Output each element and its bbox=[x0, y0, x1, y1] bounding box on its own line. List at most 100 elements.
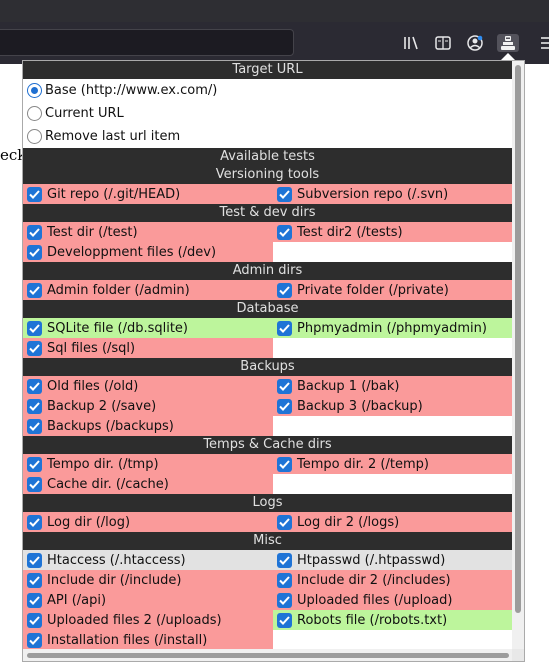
radio-unselected-icon[interactable] bbox=[27, 106, 42, 121]
test-item[interactable]: Private folder (/private) bbox=[273, 280, 512, 300]
checkbox-checked-icon[interactable] bbox=[27, 378, 42, 394]
target-url-header: Target URL bbox=[23, 61, 512, 79]
checkbox-checked-icon[interactable] bbox=[27, 456, 42, 472]
checkbox-checked-icon[interactable] bbox=[277, 592, 292, 608]
test-item[interactable]: Admin folder (/admin) bbox=[23, 280, 273, 300]
target-url-option[interactable]: Remove last url item bbox=[23, 125, 512, 148]
test-item[interactable]: Include dir (/include) bbox=[23, 570, 273, 590]
test-item[interactable]: Developpment files (/dev) bbox=[23, 242, 273, 262]
test-item[interactable]: Sql files (/sql) bbox=[23, 338, 273, 358]
checkbox-checked-icon[interactable] bbox=[27, 320, 42, 336]
test-item[interactable]: Installation files (/install) bbox=[23, 630, 273, 650]
checkbox-checked-icon[interactable] bbox=[27, 340, 42, 356]
test-item[interactable]: Backup 1 (/bak) bbox=[273, 376, 512, 396]
test-item-label: Developpment files (/dev) bbox=[47, 244, 217, 260]
test-item[interactable]: Tempo dir. 2 (/temp) bbox=[273, 454, 512, 474]
checkbox-checked-icon[interactable] bbox=[27, 398, 42, 414]
checkbox-checked-icon[interactable] bbox=[27, 244, 42, 260]
test-item[interactable]: Backup 3 (/backup) bbox=[273, 396, 512, 416]
checkbox-checked-icon[interactable] bbox=[277, 552, 292, 568]
library-icon[interactable] bbox=[401, 34, 421, 52]
test-item-label: Log dir 2 (/logs) bbox=[297, 514, 400, 530]
test-item[interactable]: Old files (/old) bbox=[23, 376, 273, 396]
checkbox-checked-icon[interactable] bbox=[27, 514, 42, 530]
checkbox-checked-icon[interactable] bbox=[27, 612, 42, 628]
scrollbar-corner bbox=[512, 649, 524, 661]
test-item-label: Backup 2 (/save) bbox=[47, 398, 157, 414]
checkbox-checked-icon[interactable] bbox=[277, 398, 292, 414]
test-item[interactable]: Include dir 2 (/includes) bbox=[273, 570, 512, 590]
empty-cell bbox=[273, 338, 512, 358]
test-grid: Admin folder (/admin) Private folder (/pr… bbox=[23, 280, 512, 300]
test-item[interactable]: Test dir (/test) bbox=[23, 222, 273, 242]
address-bar[interactable] bbox=[0, 29, 294, 56]
test-item[interactable]: Uploaded files (/upload) bbox=[273, 590, 512, 610]
checkbox-checked-icon[interactable] bbox=[277, 514, 292, 530]
checkbox-checked-icon[interactable] bbox=[277, 320, 292, 336]
test-item[interactable]: Test dir2 (/tests) bbox=[273, 222, 512, 242]
test-item[interactable]: Git repo (/.git/HEAD) bbox=[23, 184, 273, 204]
empty-cell bbox=[273, 474, 512, 494]
checkbox-checked-icon[interactable] bbox=[27, 418, 42, 434]
target-url-option[interactable]: Base (http://www.ex.com/) bbox=[23, 79, 512, 102]
test-item[interactable]: Robots file (/robots.txt) bbox=[273, 610, 512, 630]
test-item[interactable]: Phpmyadmin (/phpmyadmin) bbox=[273, 318, 512, 338]
test-item[interactable]: Backup 2 (/save) bbox=[23, 396, 273, 416]
checkbox-checked-icon[interactable] bbox=[27, 224, 42, 240]
checkbox-checked-icon[interactable] bbox=[277, 378, 292, 394]
test-item-label: Backup 1 (/bak) bbox=[297, 378, 400, 394]
test-item-label: Robots file (/robots.txt) bbox=[297, 612, 448, 628]
test-item-label: Tempo dir. (/tmp) bbox=[47, 456, 159, 472]
test-item[interactable]: SQLite file (/db.sqlite) bbox=[23, 318, 273, 338]
menu-icon[interactable] bbox=[537, 34, 549, 52]
target-url-option[interactable]: Current URL bbox=[23, 102, 512, 125]
checkbox-checked-icon[interactable] bbox=[27, 476, 42, 492]
checkbox-checked-icon[interactable] bbox=[27, 572, 42, 588]
test-item[interactable]: API (/api) bbox=[23, 590, 273, 610]
radio-label: Remove last url item bbox=[45, 129, 181, 144]
test-item-label: Phpmyadmin (/phpmyadmin) bbox=[297, 320, 487, 336]
test-item-label: Admin folder (/admin) bbox=[47, 282, 190, 298]
radio-unselected-icon[interactable] bbox=[27, 129, 42, 144]
section-header: Logs bbox=[23, 494, 512, 512]
test-item[interactable]: Log dir 2 (/logs) bbox=[273, 512, 512, 532]
test-item[interactable]: Tempo dir. (/tmp) bbox=[23, 454, 273, 474]
checkbox-checked-icon[interactable] bbox=[277, 186, 292, 202]
radio-label: Current URL bbox=[45, 106, 124, 121]
horizontal-scrollbar[interactable] bbox=[23, 649, 512, 661]
extension-icon[interactable] bbox=[497, 34, 519, 52]
test-item[interactable]: Htaccess (/.htaccess) bbox=[23, 550, 273, 570]
test-item[interactable]: Backups (/backups) bbox=[23, 416, 273, 436]
horizontal-scroll-thumb[interactable] bbox=[27, 653, 509, 658]
vertical-scroll-thumb[interactable] bbox=[515, 65, 521, 613]
vertical-scrollbar[interactable] bbox=[512, 61, 524, 649]
test-item-label: Private folder (/private) bbox=[297, 282, 449, 298]
test-item-label: Include dir 2 (/includes) bbox=[297, 572, 451, 588]
checkbox-checked-icon[interactable] bbox=[277, 224, 292, 240]
test-item-label: Git repo (/.git/HEAD) bbox=[47, 186, 181, 202]
test-item-label: Uploaded files 2 (/uploads) bbox=[47, 612, 222, 628]
reader-view-icon[interactable] bbox=[433, 34, 453, 52]
section-header: Backups bbox=[23, 358, 512, 376]
account-icon[interactable] bbox=[465, 34, 485, 52]
empty-cell bbox=[273, 416, 512, 436]
test-item[interactable]: Htpasswd (/.htpasswd) bbox=[273, 550, 512, 570]
section-header: Test & dev dirs bbox=[23, 204, 512, 222]
test-item[interactable]: Cache dir. (/cache) bbox=[23, 474, 273, 494]
checkbox-checked-icon[interactable] bbox=[27, 552, 42, 568]
checkbox-checked-icon[interactable] bbox=[277, 612, 292, 628]
checkbox-checked-icon[interactable] bbox=[27, 186, 42, 202]
test-item-label: Htpasswd (/.htpasswd) bbox=[297, 552, 446, 568]
test-item-label: Test dir2 (/tests) bbox=[297, 224, 403, 240]
checkbox-checked-icon[interactable] bbox=[277, 572, 292, 588]
checkbox-checked-icon[interactable] bbox=[27, 282, 42, 298]
checkbox-checked-icon[interactable] bbox=[277, 282, 292, 298]
test-item[interactable]: Uploaded files 2 (/uploads) bbox=[23, 610, 273, 630]
radio-selected-icon[interactable] bbox=[27, 83, 42, 98]
checkbox-checked-icon[interactable] bbox=[27, 632, 42, 648]
checkbox-checked-icon[interactable] bbox=[277, 456, 292, 472]
test-item-label: Tempo dir. 2 (/temp) bbox=[297, 456, 429, 472]
test-item[interactable]: Log dir (/log) bbox=[23, 512, 273, 532]
checkbox-checked-icon[interactable] bbox=[27, 592, 42, 608]
test-item[interactable]: Subversion repo (/.svn) bbox=[273, 184, 512, 204]
